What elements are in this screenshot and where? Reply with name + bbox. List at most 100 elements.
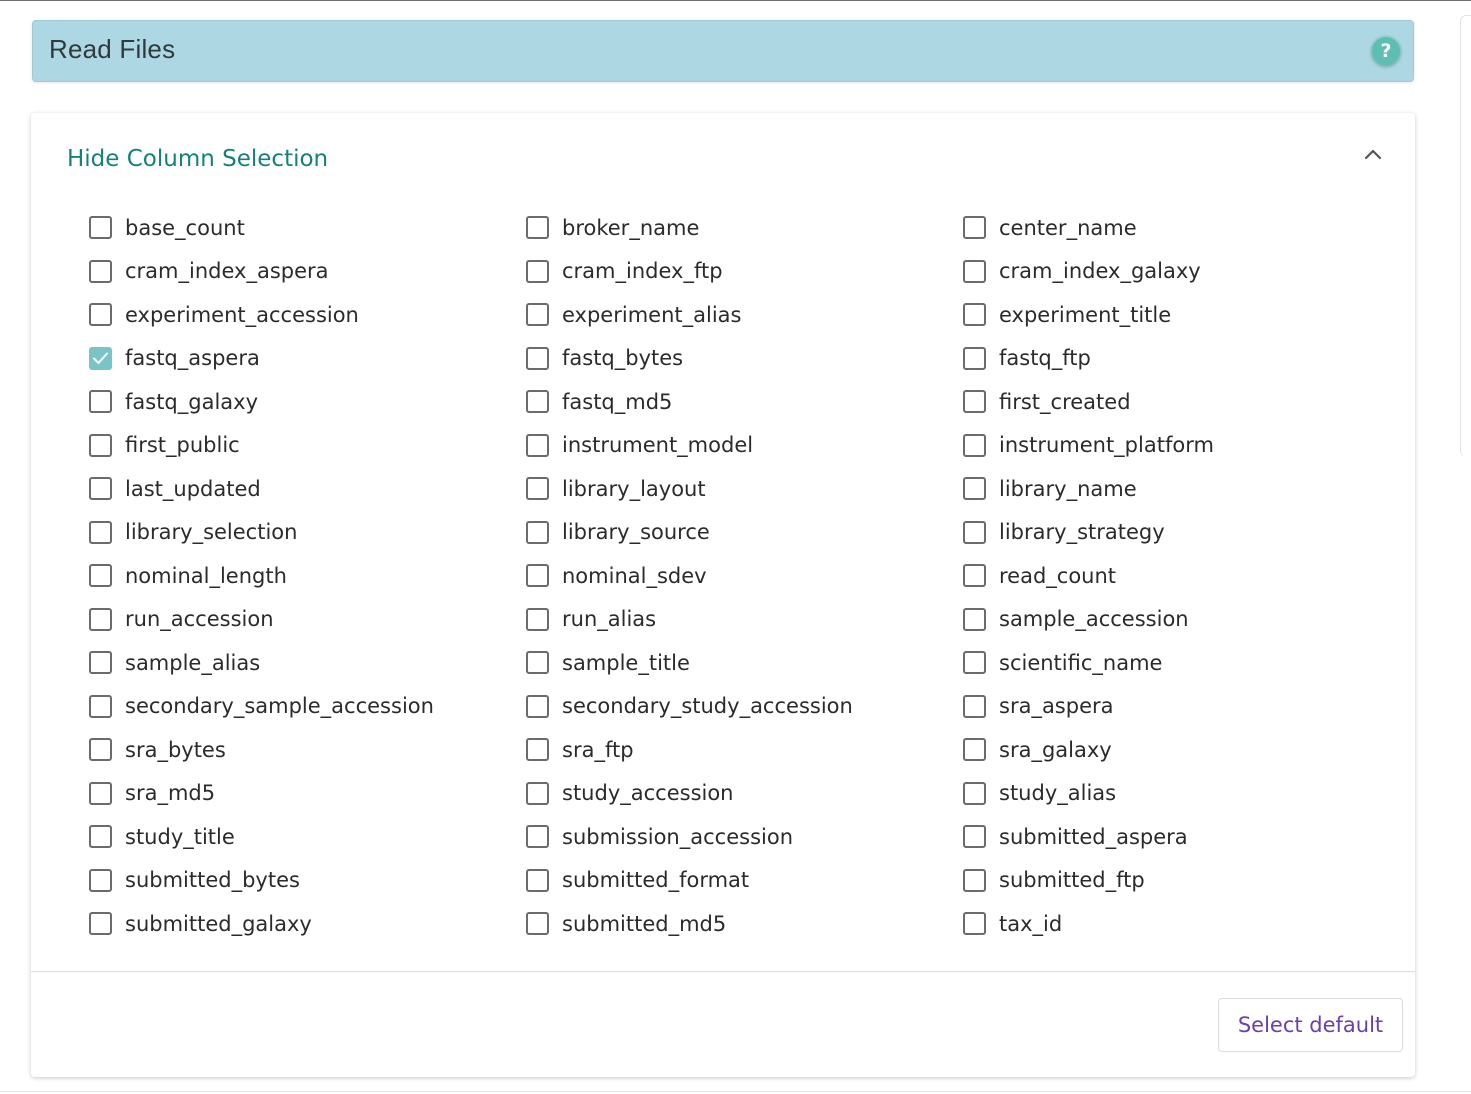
- checkbox[interactable]: [526, 433, 549, 457]
- column-option[interactable]: experiment_accession: [89, 293, 526, 337]
- checkbox[interactable]: [89, 738, 112, 762]
- checkbox[interactable]: [89, 694, 112, 718]
- select-default-button[interactable]: Select default: [1218, 998, 1403, 1052]
- column-option[interactable]: library_source: [526, 511, 963, 555]
- column-option[interactable]: instrument_platform: [963, 424, 1389, 468]
- checkbox[interactable]: [89, 433, 112, 457]
- column-option[interactable]: submitted_galaxy: [89, 902, 526, 946]
- checkbox[interactable]: [963, 912, 986, 936]
- column-option[interactable]: instrument_model: [526, 424, 963, 468]
- column-option[interactable]: study_alias: [963, 772, 1389, 816]
- column-option[interactable]: sra_aspera: [963, 685, 1389, 729]
- checkbox[interactable]: [89, 303, 112, 327]
- column-option[interactable]: library_selection: [89, 511, 526, 555]
- column-option[interactable]: library_name: [963, 467, 1389, 511]
- checkbox[interactable]: [963, 738, 986, 762]
- column-option[interactable]: fastq_bytes: [526, 337, 963, 381]
- checkbox[interactable]: [89, 825, 112, 849]
- checkbox[interactable]: [89, 520, 112, 544]
- column-option[interactable]: cram_index_galaxy: [963, 250, 1389, 294]
- checkbox[interactable]: [526, 477, 549, 501]
- checkbox[interactable]: [89, 912, 112, 936]
- checkbox[interactable]: [526, 520, 549, 544]
- checkbox[interactable]: [963, 651, 986, 675]
- column-option[interactable]: sample_accession: [963, 598, 1389, 642]
- column-option[interactable]: nominal_sdev: [526, 554, 963, 598]
- column-option[interactable]: run_accession: [89, 598, 526, 642]
- checkbox[interactable]: [526, 738, 549, 762]
- checkbox[interactable]: [89, 564, 112, 588]
- checkbox[interactable]: [963, 303, 986, 327]
- column-option[interactable]: first_public: [89, 424, 526, 468]
- checkbox[interactable]: [526, 868, 549, 892]
- column-option[interactable]: fastq_aspera: [89, 337, 526, 381]
- column-option[interactable]: center_name: [963, 206, 1389, 250]
- column-option[interactable]: submitted_bytes: [89, 859, 526, 903]
- checkbox[interactable]: [89, 390, 112, 414]
- column-option[interactable]: last_updated: [89, 467, 526, 511]
- checkbox[interactable]: [89, 216, 112, 240]
- column-option[interactable]: base_count: [89, 206, 526, 250]
- column-option[interactable]: submission_accession: [526, 815, 963, 859]
- column-option[interactable]: run_alias: [526, 598, 963, 642]
- checkbox[interactable]: [89, 781, 112, 805]
- hide-column-selection-toggle[interactable]: Hide Column Selection: [67, 146, 328, 172]
- column-option[interactable]: submitted_format: [526, 859, 963, 903]
- column-option[interactable]: cram_index_ftp: [526, 250, 963, 294]
- checkbox[interactable]: [963, 390, 986, 414]
- chevron-up-icon[interactable]: [1363, 146, 1383, 162]
- checkbox[interactable]: [963, 607, 986, 631]
- checkbox[interactable]: [89, 477, 112, 501]
- column-option[interactable]: sra_md5: [89, 772, 526, 816]
- checkbox[interactable]: [526, 781, 549, 805]
- column-option[interactable]: sample_title: [526, 641, 963, 685]
- checkbox[interactable]: [963, 781, 986, 805]
- checkbox[interactable]: [963, 477, 986, 501]
- column-option[interactable]: fastq_md5: [526, 380, 963, 424]
- column-option[interactable]: secondary_study_accession: [526, 685, 963, 729]
- checkbox[interactable]: [963, 520, 986, 544]
- checkbox[interactable]: [526, 346, 549, 370]
- checkbox[interactable]: [963, 825, 986, 849]
- checkbox[interactable]: [526, 694, 549, 718]
- checkbox[interactable]: [963, 433, 986, 457]
- column-option[interactable]: secondary_sample_accession: [89, 685, 526, 729]
- checkbox[interactable]: [89, 607, 112, 631]
- checkbox[interactable]: [526, 216, 549, 240]
- column-option[interactable]: sra_bytes: [89, 728, 526, 772]
- column-option[interactable]: library_strategy: [963, 511, 1389, 555]
- question-circle-icon[interactable]: ?: [1372, 37, 1400, 65]
- column-option[interactable]: broker_name: [526, 206, 963, 250]
- column-option[interactable]: study_title: [89, 815, 526, 859]
- column-option[interactable]: experiment_alias: [526, 293, 963, 337]
- column-option[interactable]: study_accession: [526, 772, 963, 816]
- checkbox[interactable]: [526, 259, 549, 283]
- checkbox[interactable]: [963, 346, 986, 370]
- checkbox[interactable]: [526, 390, 549, 414]
- checkbox[interactable]: [526, 912, 549, 936]
- checkbox[interactable]: [89, 259, 112, 283]
- column-option[interactable]: submitted_aspera: [963, 815, 1389, 859]
- column-option[interactable]: sample_alias: [89, 641, 526, 685]
- checkbox-checked[interactable]: [89, 346, 112, 370]
- checkbox[interactable]: [963, 694, 986, 718]
- column-option[interactable]: tax_id: [963, 902, 1389, 946]
- checkbox[interactable]: [963, 216, 986, 240]
- checkbox[interactable]: [89, 868, 112, 892]
- column-option[interactable]: submitted_ftp: [963, 859, 1389, 903]
- column-option[interactable]: sra_galaxy: [963, 728, 1389, 772]
- checkbox[interactable]: [526, 303, 549, 327]
- checkbox[interactable]: [963, 564, 986, 588]
- column-option[interactable]: scientific_name: [963, 641, 1389, 685]
- column-option[interactable]: library_layout: [526, 467, 963, 511]
- column-option[interactable]: fastq_ftp: [963, 337, 1389, 381]
- checkbox[interactable]: [963, 868, 986, 892]
- checkbox[interactable]: [526, 651, 549, 675]
- column-option[interactable]: nominal_length: [89, 554, 526, 598]
- column-option[interactable]: read_count: [963, 554, 1389, 598]
- checkbox[interactable]: [963, 259, 986, 283]
- column-option[interactable]: fastq_galaxy: [89, 380, 526, 424]
- column-option[interactable]: sra_ftp: [526, 728, 963, 772]
- column-option[interactable]: cram_index_aspera: [89, 250, 526, 294]
- column-option[interactable]: experiment_title: [963, 293, 1389, 337]
